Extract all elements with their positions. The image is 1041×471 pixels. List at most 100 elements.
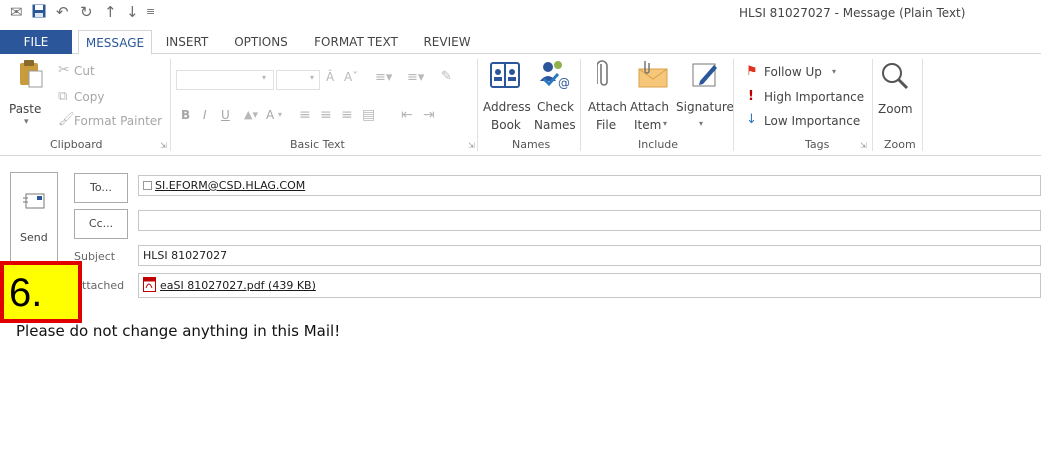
tags-group-label: Tags [805, 138, 830, 151]
clipboard-group-label: Clipboard [50, 138, 103, 151]
copy-button[interactable]: Copy [74, 90, 104, 104]
copy-icon: ⧉ [58, 89, 68, 104]
up-arrow-icon[interactable]: ↑ [104, 4, 117, 20]
group-separator [477, 59, 478, 151]
follow-up-dropdown-icon: ▾ [832, 67, 837, 76]
format-painter-button[interactable]: Format Painter [74, 114, 162, 128]
attach-item-line1[interactable]: Attach [630, 100, 669, 114]
check-names-line1[interactable]: Check [537, 100, 574, 114]
align-right-icon[interactable]: ≡ [341, 107, 353, 123]
customize-icon[interactable]: ≡ [146, 4, 155, 20]
attach-file-line2[interactable]: File [596, 118, 616, 132]
attach-item-dropdown-icon: ▾ [663, 119, 668, 128]
save-icon[interactable] [32, 4, 46, 21]
cut-icon: ✂ [58, 62, 70, 78]
clipboard-launcher-icon[interactable]: ⇲ [160, 141, 167, 150]
redo-icon[interactable]: ↻ [80, 4, 93, 20]
increase-indent-icon[interactable]: ⇥ [423, 107, 435, 123]
italic-button[interactable]: I [203, 108, 207, 122]
check-names-line2[interactable]: Names [534, 118, 576, 132]
bold-button[interactable]: B [181, 108, 190, 122]
names-group-label: Names [512, 138, 551, 151]
mail-icon[interactable]: ✉ [10, 4, 23, 20]
cut-button[interactable]: Cut [74, 64, 95, 78]
align-left-icon[interactable]: ≡ [299, 107, 311, 123]
high-importance-button[interactable]: High Importance [764, 90, 864, 104]
font-dropdown-icon: ▾ [262, 73, 267, 82]
bullets-icon[interactable]: ≡▾ [375, 70, 392, 85]
signature-button[interactable]: Signature [676, 100, 734, 114]
grow-font-icon[interactable]: Â [326, 70, 334, 84]
pdf-icon [143, 277, 156, 295]
address-book-line2[interactable]: Book [491, 118, 521, 132]
low-importance-button[interactable]: Low Importance [764, 114, 860, 128]
attachment-link[interactable]: eaSI 81027027.pdf (439 KB) [160, 279, 316, 292]
zoom-icon [880, 61, 910, 94]
to-button[interactable]: To... [74, 173, 128, 203]
undo-icon[interactable]: ↶ [56, 4, 69, 20]
send-label: Send [20, 231, 48, 244]
attached-field: eaSI 81027027.pdf (439 KB) [138, 273, 1041, 298]
flag-icon: ⚑ [746, 64, 758, 79]
attach-file-icon [596, 60, 611, 93]
align-center-icon[interactable]: ≡ [320, 107, 332, 123]
signature-icon [690, 59, 720, 92]
follow-up-button[interactable]: Follow Up [764, 65, 822, 79]
tab-options[interactable]: OPTIONS [226, 30, 296, 54]
font-name-combo[interactable] [176, 70, 274, 90]
paste-button[interactable]: Paste [9, 102, 41, 116]
attach-item-icon [637, 59, 669, 92]
message-body-text: Please do not change anything in this Ma… [16, 322, 341, 340]
window-title: HLSI 81027027 - Message (Plain Text) [739, 6, 966, 20]
group-separator [872, 59, 873, 151]
send-icon [23, 193, 45, 212]
group-separator [580, 59, 581, 151]
tab-insert[interactable]: INSERT [158, 30, 216, 54]
subject-field[interactable]: HLSI 81027027 [138, 245, 1041, 266]
group-separator [733, 59, 734, 151]
tab-file[interactable]: FILE [0, 30, 72, 54]
paste-dropdown-icon[interactable]: ▾ [24, 117, 29, 127]
font-color-button[interactable]: A [266, 108, 274, 122]
recipient-checkbox-icon [143, 181, 152, 190]
attached-label: ttached [82, 279, 125, 292]
to-field[interactable]: SI.EFORM@CSD.HLAG.COM [138, 175, 1041, 196]
tab-format-text[interactable]: FORMAT TEXT [306, 30, 406, 54]
group-separator [922, 59, 923, 151]
down-arrow-icon[interactable]: ↓ [126, 4, 139, 20]
low-importance-icon: ↓ [746, 112, 757, 127]
clear-formatting-icon[interactable]: ✎ [441, 69, 452, 84]
highlight-icon[interactable]: ▲▾ [244, 108, 258, 121]
subject-value: HLSI 81027027 [143, 249, 228, 262]
decrease-indent-icon[interactable]: ⇤ [401, 107, 413, 123]
step-annotation-label: 6. [9, 271, 43, 315]
font-color-dropdown-icon: ▾ [278, 110, 283, 119]
basic-text-group-label: Basic Text [290, 138, 345, 151]
basic-text-launcher-icon[interactable]: ⇲ [468, 141, 475, 150]
attach-file-line1[interactable]: Attach [588, 100, 627, 114]
size-dropdown-icon: ▾ [310, 73, 315, 82]
to-recipient[interactable]: SI.EFORM@CSD.HLAG.COM [155, 179, 305, 192]
underline-button[interactable]: U [221, 108, 230, 122]
paste-icon[interactable] [18, 59, 44, 92]
cc-button[interactable]: Cc... [74, 209, 128, 239]
high-importance-icon: ! [748, 89, 754, 104]
format-painter-icon: 🖌 [58, 112, 75, 127]
attach-item-line2[interactable]: Item [634, 118, 661, 132]
shrink-font-icon[interactable]: Aˇ [344, 70, 358, 84]
justify-icon[interactable]: ▤ [362, 107, 375, 123]
numbering-icon[interactable]: ≡▾ [407, 70, 424, 85]
tags-launcher-icon[interactable]: ⇲ [860, 141, 867, 150]
group-separator [170, 59, 171, 151]
include-group-label: Include [638, 138, 679, 151]
ribbon-tabs: FILE MESSAGE INSERT OPTIONS FORMAT TEXT … [0, 30, 1041, 55]
tab-review[interactable]: REVIEW [414, 30, 480, 54]
cc-field[interactable] [138, 210, 1041, 231]
zoom-button[interactable]: Zoom [878, 102, 913, 116]
address-book-line1[interactable]: Address [483, 100, 531, 114]
check-names-icon: @ [538, 59, 570, 92]
send-button[interactable]: Send [10, 172, 58, 264]
address-book-icon [490, 61, 520, 92]
tab-message[interactable]: MESSAGE [78, 30, 152, 55]
signature-dropdown-icon: ▾ [699, 119, 704, 128]
